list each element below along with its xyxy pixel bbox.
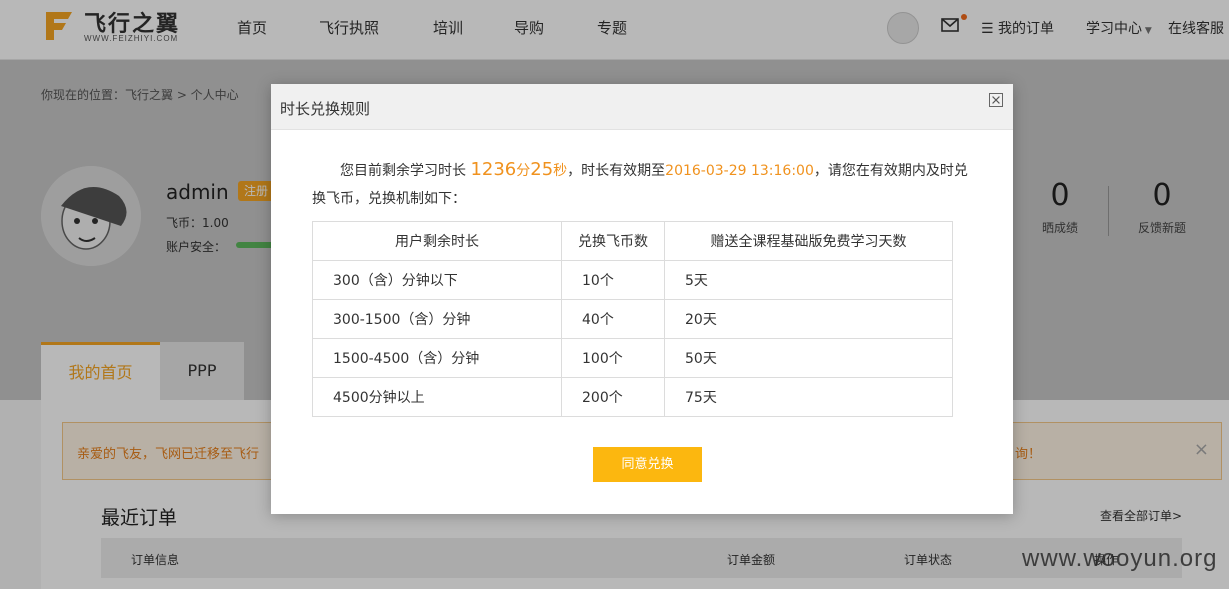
cell-free-days: 50天 xyxy=(664,338,953,378)
table-row: 4500分钟以上 200个 75天 xyxy=(312,377,953,417)
table-row: 300（含）分钟以下 10个 5天 xyxy=(312,260,953,300)
table-row: 300-1500（含）分钟 40个 20天 xyxy=(312,299,953,339)
remaining-seconds: 25 xyxy=(530,159,554,180)
minutes-unit: 分 xyxy=(516,163,531,179)
remaining-minutes: 1236 xyxy=(470,159,517,180)
dialog-intro: 您目前剩余学习时长 1236分25秒，时长有效期至2016-03-29 13:1… xyxy=(312,156,977,213)
cell-remaining-time: 4500分钟以上 xyxy=(312,377,562,417)
cell-coins: 100个 xyxy=(561,338,665,378)
cell-free-days: 5天 xyxy=(664,260,953,300)
cell-coins: 200个 xyxy=(561,377,665,417)
table-header-row: 用户剩余时长 兑换飞币数 赠送全课程基础版免费学习天数 xyxy=(312,221,953,261)
close-icon[interactable] xyxy=(989,93,1003,107)
exchange-rules-dialog: 时长兑换规则 您目前剩余学习时长 1236分25秒，时长有效期至2016-03-… xyxy=(271,84,1013,514)
cell-free-days: 75天 xyxy=(664,377,953,417)
th-coins: 兑换飞币数 xyxy=(561,221,665,261)
th-free-days: 赠送全课程基础版免费学习天数 xyxy=(664,221,953,261)
intro-prefix: 您目前剩余学习时长 xyxy=(340,163,466,179)
cell-free-days: 20天 xyxy=(664,299,953,339)
dialog-title: 时长兑换规则 xyxy=(280,100,371,118)
cell-remaining-time: 300-1500（含）分钟 xyxy=(312,299,562,339)
table-row: 1500-4500（含）分钟 100个 50天 xyxy=(312,338,953,378)
cell-coins: 40个 xyxy=(561,299,665,339)
th-remaining-time: 用户剩余时长 xyxy=(312,221,562,261)
exchange-rules-table: 用户剩余时长 兑换飞币数 赠送全课程基础版免费学习天数 300（含）分钟以下 1… xyxy=(312,221,953,417)
seconds-unit: 秒 xyxy=(553,163,568,179)
cell-remaining-time: 300（含）分钟以下 xyxy=(312,260,562,300)
cell-remaining-time: 1500-4500（含）分钟 xyxy=(312,338,562,378)
expire-datetime: 2016-03-29 13:16:00 xyxy=(665,163,814,179)
agree-exchange-button[interactable]: 同意兑换 xyxy=(593,447,702,482)
dialog-header: 时长兑换规则 xyxy=(271,84,1013,130)
cell-coins: 10个 xyxy=(561,260,665,300)
intro-mid: ，时长有效期至 xyxy=(567,163,666,179)
watermark: www.wooyun.org xyxy=(1022,545,1218,572)
